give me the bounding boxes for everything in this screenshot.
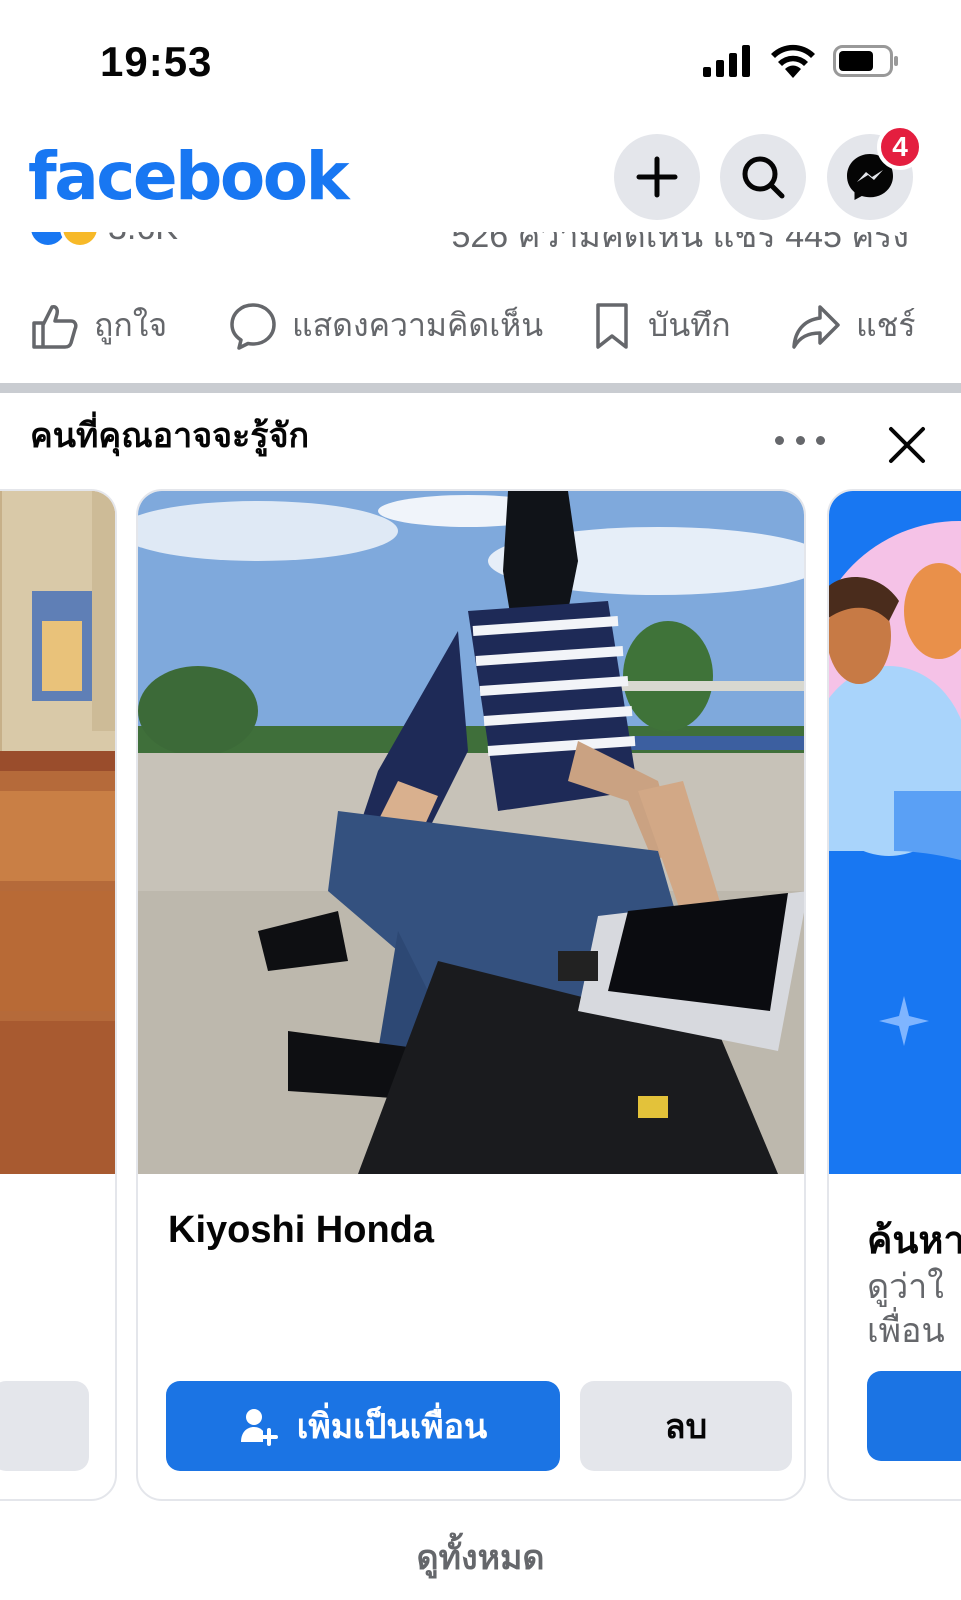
add-friend-icon [240,1409,278,1446]
wifi-icon [771,44,815,78]
save-label: บันทึก [648,307,731,343]
messenger-button[interactable]: 4 [827,124,923,220]
suggestion-photo [0,491,115,1174]
thumbs-up-icon [32,304,78,349]
status-icons [703,44,899,78]
find-friends-card[interactable]: ค้นหา ดูว่าใ เพื่อน [827,489,961,1501]
create-button[interactable] [614,134,700,220]
profile-photo[interactable] [138,491,804,1174]
add-friend-label: เพิ่มเป็นเพื่อน [296,1408,488,1446]
close-icon[interactable] [882,420,932,470]
comment-icon [230,302,276,350]
share-label: แชร์ [856,307,916,343]
partial-card-button[interactable] [0,1381,89,1471]
save-button[interactable]: บันทึก [590,300,731,351]
suggestion-card[interactable]: Kiyoshi Honda เพิ่มเป็นเพื่อน ลบ [136,489,806,1501]
post-action-bar: ถูกใจ แสดงความคิดเห็น บันทึก แชร์ [0,290,961,366]
status-time: 19:53 [100,38,213,85]
plus-icon [636,156,678,198]
remove-button[interactable]: ลบ [580,1381,792,1471]
share-button[interactable]: แชร์ [790,300,916,351]
comment-button[interactable]: แสดงความคิดเห็น [228,300,543,351]
notification-badge: 4 [877,124,923,170]
bookmark-icon [596,302,628,349]
find-friends-button[interactable] [867,1371,961,1461]
find-friends-illustration [829,491,961,1174]
section-divider [0,383,961,393]
like-button[interactable]: ถูกใจ [30,300,167,351]
add-friend-button[interactable]: เพิ่มเป็นเพื่อน [166,1381,560,1471]
top-app-bar: facebook 4 [0,120,961,232]
facebook-logo[interactable]: facebook [28,138,349,215]
comment-label: แสดงความคิดเห็น [292,307,544,343]
suggestion-card-previous[interactable] [0,489,117,1501]
pymk-title: คนที่คุณอาจจะรู้จัก [30,417,310,455]
find-friends-desc-line2: เพื่อน [867,1312,945,1350]
share-icon [792,304,840,349]
search-button[interactable] [720,134,806,220]
see-all-link[interactable]: ดูทั้งหมด [0,1530,961,1584]
search-icon [742,156,785,199]
suggestion-name[interactable]: Kiyoshi Honda [168,1209,434,1252]
more-options-icon[interactable] [775,420,825,460]
status-bar: 19:53 [0,0,961,120]
like-label: ถูกใจ [94,307,168,343]
battery-icon [833,45,898,77]
cellular-signal-icon [703,45,750,77]
